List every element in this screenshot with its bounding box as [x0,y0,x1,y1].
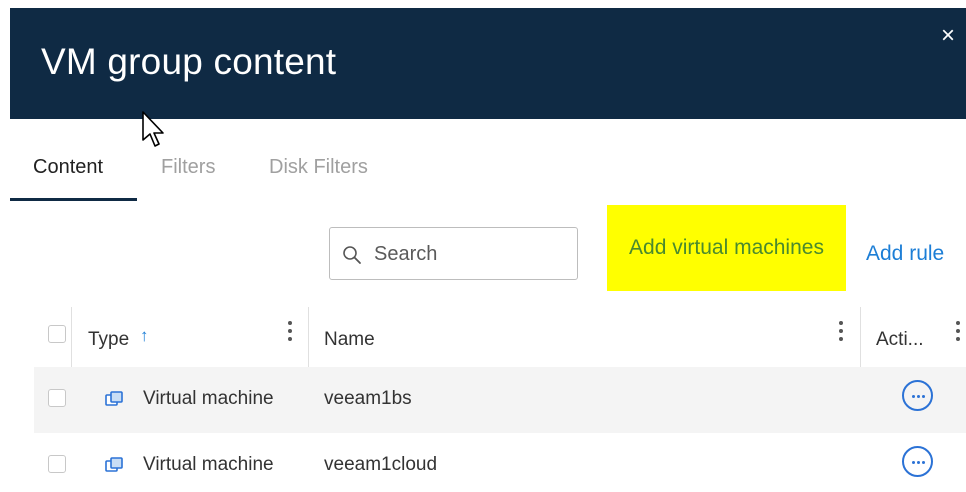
tab-content[interactable]: Content [33,156,103,179]
column-header-type[interactable]: Type [88,329,129,351]
close-icon[interactable]: × [938,24,958,48]
dialog-header: VM group content × [10,8,966,119]
table-row[interactable]: Virtual machine veeam1bs [34,367,966,433]
mouse-pointer [142,111,164,147]
active-tab-indicator [10,198,137,201]
search-input[interactable] [374,240,569,268]
column-divider [860,307,861,367]
more-actions-icon[interactable] [902,380,933,411]
name-column-kebab-icon[interactable] [836,321,846,347]
add-rule-button[interactable]: Add rule [866,242,944,266]
column-header-actions[interactable]: Acti... [876,329,924,351]
column-header-name[interactable]: Name [324,329,375,351]
actions-column-kebab-icon[interactable] [953,321,963,347]
tab-filters[interactable]: Filters [161,156,215,179]
type-column-kebab-icon[interactable] [285,321,295,347]
column-divider [71,307,72,367]
dialog-title: VM group content [41,41,337,82]
sort-ascending-icon[interactable]: ↑ [140,326,149,346]
table-header: Type ↑ Name Acti... [34,307,966,367]
table-row[interactable]: Virtual machine veeam1cloud [34,433,966,492]
row-checkbox[interactable] [48,455,66,473]
search-icon [343,246,361,264]
row-checkbox[interactable] [48,389,66,407]
row-type: Virtual machine [143,388,274,409]
tab-disk-filters[interactable]: Disk Filters [269,156,368,179]
row-name: veeam1bs [324,388,412,409]
column-divider [308,307,309,367]
more-actions-icon[interactable] [902,446,933,477]
virtual-machine-icon [105,457,123,472]
search-box[interactable] [329,227,578,280]
row-name: veeam1cloud [324,454,438,475]
virtual-machine-icon [105,391,123,406]
add-virtual-machines-button[interactable]: Add virtual machines [607,205,846,291]
row-type: Virtual machine [143,454,274,475]
select-all-checkbox[interactable] [48,325,66,343]
tab-bar: Content Filters Disk Filters [10,150,570,204]
